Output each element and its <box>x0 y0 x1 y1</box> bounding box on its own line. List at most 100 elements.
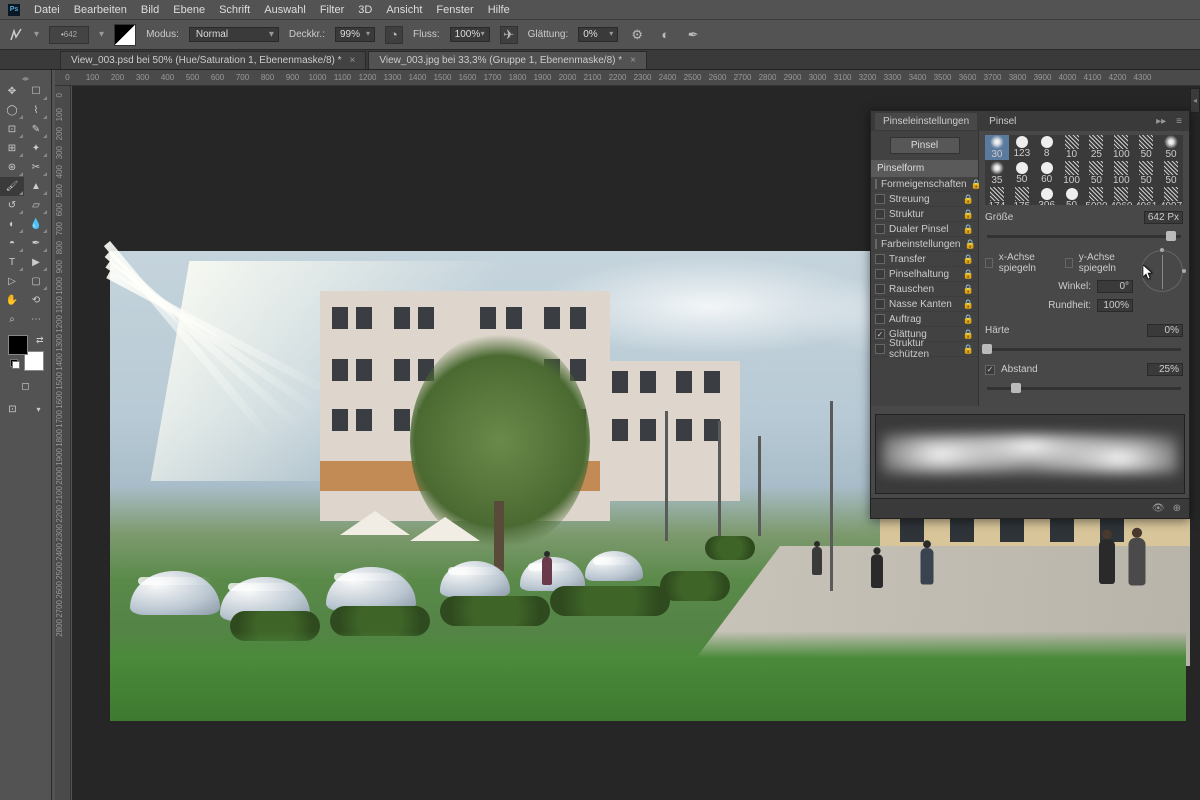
checkbox[interactable] <box>875 284 885 294</box>
smoothing-field[interactable]: 0% <box>578 27 618 42</box>
menu-ansicht[interactable]: Ansicht <box>386 4 422 16</box>
smoothing-gear-icon[interactable]: ⚙ <box>628 26 646 44</box>
close-icon[interactable]: × <box>350 55 356 66</box>
brush-option-auftrag[interactable]: Auftrag🔒 <box>871 312 978 327</box>
brush-preset-50[interactable]: 50 <box>1159 161 1183 186</box>
section-pinselform[interactable]: Pinselform <box>871 160 978 177</box>
brush-preset-123[interactable]: 123 <box>1010 135 1034 160</box>
brush-option-struktur[interactable]: Struktur🔒 <box>871 207 978 222</box>
lock-icon[interactable]: 🔒 <box>963 299 974 310</box>
brush-option-pinselhaltung[interactable]: Pinselhaltung🔒 <box>871 267 978 282</box>
flip-x-checkbox[interactable] <box>985 258 993 268</box>
checkbox[interactable] <box>875 269 885 279</box>
checkbox[interactable] <box>875 344 885 354</box>
type-tool[interactable]: T <box>0 253 24 272</box>
spacing-slider[interactable] <box>987 382 1181 396</box>
brush-panel-toggle-icon[interactable] <box>114 24 136 46</box>
shape-tool[interactable]: ▢ <box>24 272 48 291</box>
wand-tool[interactable]: ✦ <box>24 139 48 158</box>
dodge-tool[interactable]: ◓ <box>0 234 24 253</box>
menu-bearbeiten[interactable]: Bearbeiten <box>74 4 127 16</box>
brush-preset-10[interactable]: 10 <box>1060 135 1084 160</box>
screenmode-icon[interactable]: ⊡ <box>1 400 25 419</box>
brush-preset-306[interactable]: 306 <box>1035 187 1059 205</box>
brush-preset-50[interactable]: 50 <box>1134 135 1158 160</box>
brush-preset-4997[interactable]: 4997 <box>1159 187 1183 205</box>
roundness-field[interactable]: 100% <box>1097 299 1133 312</box>
lock-icon[interactable]: 🔒 <box>963 209 974 220</box>
brush-preset-35[interactable]: 35 <box>985 161 1009 186</box>
brush-option-rauschen[interactable]: Rauschen🔒 <box>871 282 978 297</box>
brush-preset-60[interactable]: 60 <box>1035 161 1059 186</box>
brush-option-transfer[interactable]: Transfer🔒 <box>871 252 978 267</box>
history-brush-tool[interactable]: ↺ <box>0 196 24 215</box>
doc-tab-1[interactable]: View_003.psd bei 50% (Hue/Saturation 1, … <box>60 51 366 69</box>
doc-tab-2[interactable]: View_003.jpg bei 33,3% (Gruppe 1, Ebenen… <box>368 51 647 69</box>
artboard-tool[interactable]: ☐ <box>24 82 48 101</box>
brush-preset-25[interactable]: 25 <box>1085 135 1109 160</box>
brush-option-struktur-schützen[interactable]: Struktur schützen🔒 <box>871 342 978 357</box>
menu-hilfe[interactable]: Hilfe <box>488 4 510 16</box>
menu-3d[interactable]: 3D <box>358 4 372 16</box>
spacing-field[interactable]: 25% <box>1147 363 1183 376</box>
toggle-live-brush-icon[interactable]: 👁 <box>1152 503 1165 514</box>
new-brush-icon[interactable]: ⊕ <box>1173 503 1181 514</box>
swap-colors-icon[interactable]: ⇄ <box>36 335 44 346</box>
lock-icon[interactable]: 🔒 <box>963 269 974 280</box>
gradient-tool[interactable]: ◐ <box>0 215 24 234</box>
frame-tool[interactable]: ⊞ <box>0 139 24 158</box>
lock-icon[interactable]: 🔒 <box>965 239 976 250</box>
brush-option-dualer-pinsel[interactable]: Dualer Pinsel🔒 <box>871 222 978 237</box>
rotate-view-tool[interactable]: ⟲ <box>24 291 48 310</box>
brush-preset-grid[interactable]: 3012381025100505035506010050100505017417… <box>985 135 1183 205</box>
fg-color[interactable] <box>8 335 28 355</box>
checkbox[interactable] <box>875 314 885 324</box>
panel-menu-icon[interactable]: ≡ <box>1173 116 1185 127</box>
menu-datei[interactable]: Datei <box>34 4 60 16</box>
checkbox[interactable]: ✓ <box>875 329 885 339</box>
brush-preset-4961[interactable]: 4961 <box>1134 187 1158 205</box>
direct-select-tool[interactable]: ▷ <box>0 272 24 291</box>
close-icon[interactable]: × <box>630 55 636 66</box>
blur-tool[interactable]: 💧 <box>24 215 48 234</box>
hardness-slider[interactable] <box>987 343 1181 357</box>
eraser-tool[interactable]: ▱ <box>24 196 48 215</box>
lock-icon[interactable]: 🔒 <box>963 224 974 235</box>
hand-tool[interactable]: ✋ <box>0 291 24 310</box>
menu-ebene[interactable]: Ebene <box>173 4 205 16</box>
ruler-horizontal[interactable]: 0100200300400500600700800900100011001200… <box>55 70 1200 86</box>
brush-preset-174[interactable]: 174 <box>985 187 1009 205</box>
zoom-tool[interactable]: ⌕ <box>0 310 24 329</box>
lock-icon[interactable]: 🔒 <box>963 284 974 295</box>
panel-collapse-icon[interactable]: ▸▸ <box>1153 116 1169 127</box>
lock-icon[interactable]: 🔒 <box>963 314 974 325</box>
opacity-field[interactable]: 99% <box>335 27 375 42</box>
brush-preset-50[interactable]: 50 <box>1159 135 1183 160</box>
checkbox[interactable] <box>875 179 877 189</box>
quickmask-icon[interactable]: ◻ <box>14 377 38 396</box>
brush-preset-100[interactable]: 100 <box>1060 161 1084 186</box>
checkbox[interactable] <box>875 209 885 219</box>
heal-tool[interactable]: ⊛ <box>0 158 24 177</box>
current-tool-icon[interactable] <box>8 27 24 43</box>
color-swatch[interactable]: ⇄ <box>8 335 44 371</box>
ruler-vertical[interactable]: 0100200300400500600700800900100011001200… <box>55 86 71 800</box>
brush-preset-175[interactable]: 175 <box>1010 187 1034 205</box>
marquee-tool[interactable]: ◯ <box>0 101 24 120</box>
brush-option-formeigenschaften[interactable]: Formeigenschaften🔒 <box>871 177 978 192</box>
checkbox[interactable] <box>875 239 877 249</box>
pen-tool[interactable]: ✒ <box>24 234 48 253</box>
brush-option-nasse-kanten[interactable]: Nasse Kanten🔒 <box>871 297 978 312</box>
flow-field[interactable]: 100% <box>450 27 490 42</box>
menu-fenster[interactable]: Fenster <box>436 4 473 16</box>
tab-pinsel[interactable]: Pinsel <box>981 113 1024 130</box>
path-select-tool[interactable]: ▶ <box>24 253 48 272</box>
checkbox[interactable] <box>875 194 885 204</box>
checkbox[interactable] <box>875 299 885 309</box>
menu-schrift[interactable]: Schrift <box>219 4 250 16</box>
size-slider[interactable] <box>987 230 1181 244</box>
airbrush-icon[interactable]: ✈ <box>500 26 518 44</box>
brush-preset-4960[interactable]: 4960 <box>1109 187 1133 205</box>
brush-option-farbeinstellungen[interactable]: Farbeinstellungen🔒 <box>871 237 978 252</box>
size-field[interactable]: 642 Px <box>1144 211 1183 224</box>
